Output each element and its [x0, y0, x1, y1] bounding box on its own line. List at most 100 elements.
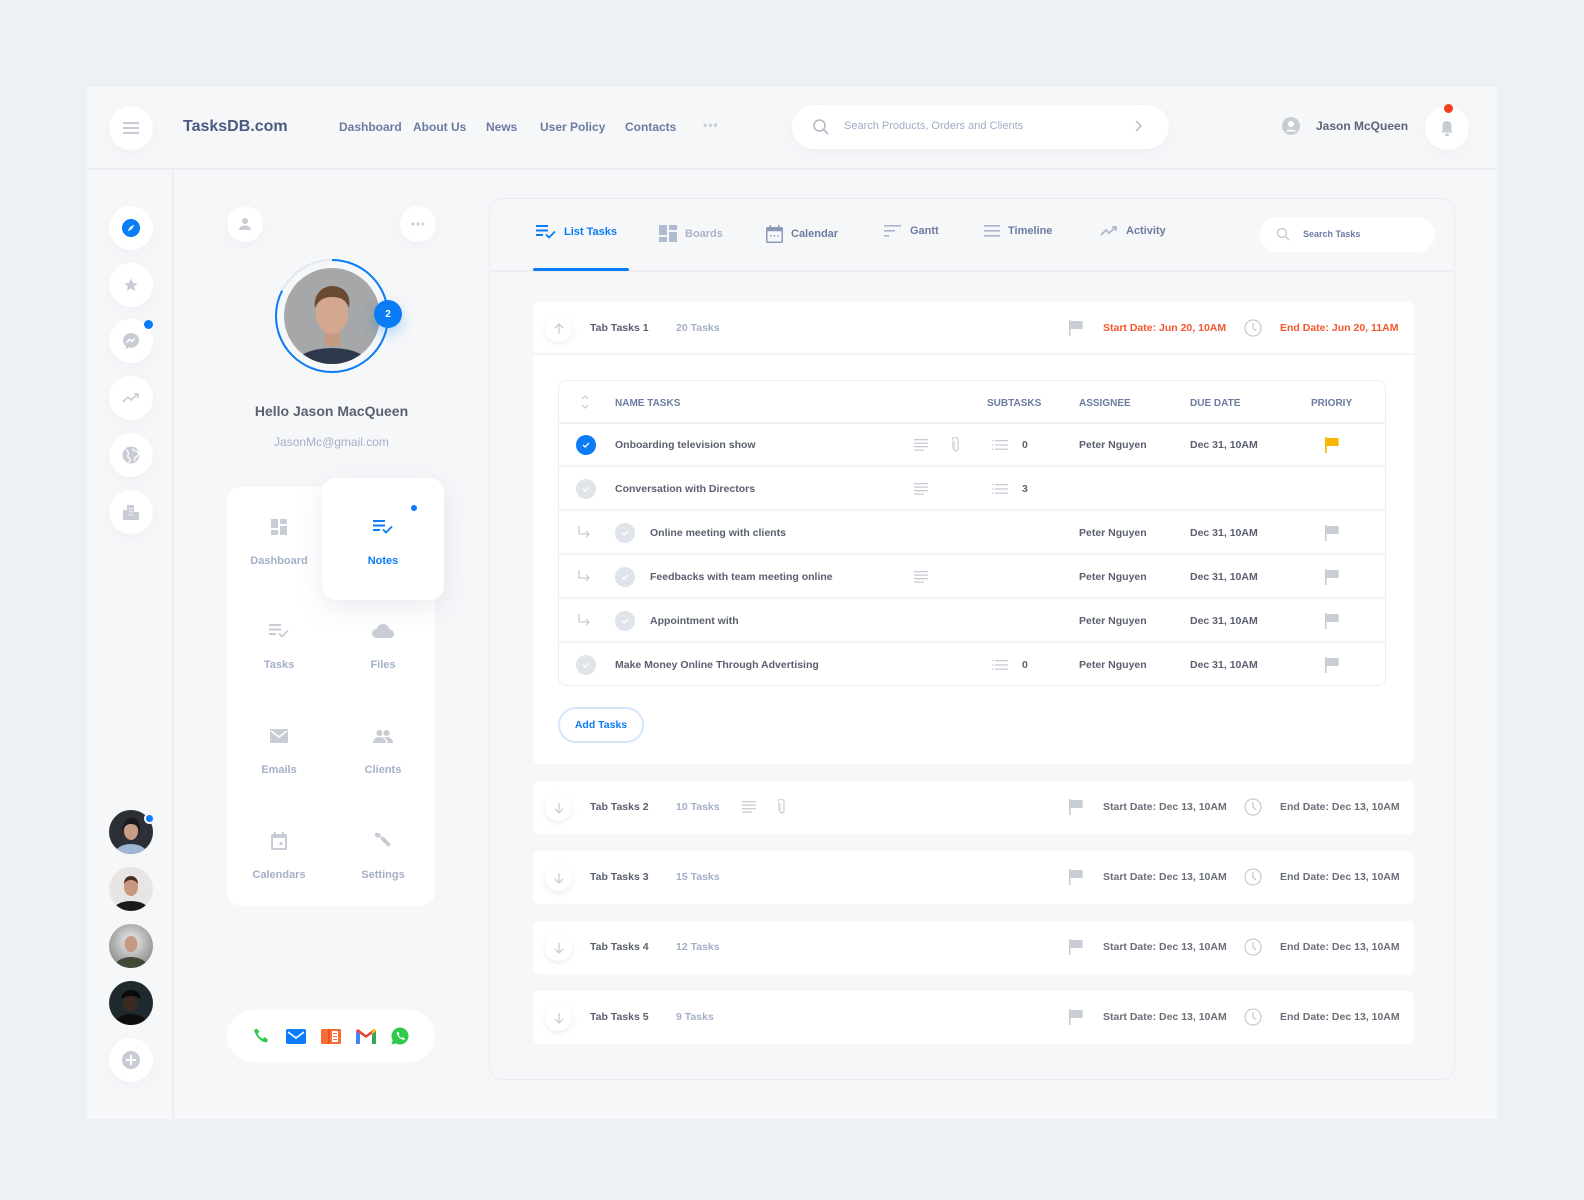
task-due-date[interactable]: Dec 31, 10AM [1190, 659, 1258, 671]
task-due-date[interactable]: Dec 31, 10AM [1190, 571, 1258, 583]
column-header-name[interactable]: NAME TASKS [615, 398, 680, 409]
sort-icon[interactable] [580, 394, 590, 410]
task-assignee[interactable]: Peter Nguyen [1079, 571, 1147, 583]
nav-contacts[interactable]: Contacts [625, 120, 676, 134]
expand-button[interactable] [545, 794, 572, 821]
task-group-header[interactable]: Tab Tasks 3 15 Tasks Start Date: Dec 13,… [533, 851, 1414, 904]
menu-item-calendars[interactable]: Calendars [227, 801, 331, 905]
contact-avatar-4[interactable] [109, 981, 153, 1025]
task-checkbox[interactable] [615, 567, 635, 587]
notes-icon[interactable] [914, 571, 928, 583]
task-name[interactable]: Make Money Online Through Advertising [615, 659, 819, 671]
expand-button[interactable] [545, 864, 572, 891]
menu-item-dashboard[interactable]: Dashboard [227, 487, 331, 591]
table-row[interactable]: Appointment with Peter Nguyen Dec 31, 10AM [559, 600, 1385, 643]
table-row[interactable]: Conversation with Directors 3 [559, 468, 1385, 511]
task-name[interactable]: Online meeting with clients [650, 527, 786, 539]
nav-dashboard[interactable]: Dashboard [339, 120, 402, 134]
search-tasks[interactable]: Search Tasks [1260, 217, 1435, 252]
priority-flag-icon[interactable] [1325, 437, 1339, 453]
table-row[interactable]: Online meeting with clients Peter Nguyen D… [559, 512, 1385, 555]
attachment-icon[interactable] [778, 799, 786, 815]
menu-item-clients[interactable]: Clients [331, 696, 435, 800]
profile-avatar[interactable] [274, 258, 390, 374]
tab-list-tasks[interactable]: List Tasks [536, 225, 617, 239]
profile-button[interactable] [227, 206, 263, 242]
menu-item-notes[interactable]: Notes [322, 478, 444, 600]
task-checkbox[interactable] [576, 435, 596, 455]
nav-more-button[interactable]: ••• [703, 118, 719, 132]
task-due-date[interactable]: Dec 31, 10AM [1190, 527, 1258, 539]
task-group[interactable]: Tab Tasks 3 15 Tasks Start Date: Dec 13,… [533, 851, 1414, 904]
notes-icon[interactable] [914, 439, 928, 451]
column-header-priority[interactable]: PRIORIY [1311, 398, 1352, 409]
task-group[interactable]: Tab Tasks 4 12 Tasks Start Date: Dec 13,… [533, 921, 1414, 974]
contacts-book-icon[interactable] [321, 1028, 341, 1044]
task-group-header[interactable]: Tab Tasks 1 20 Tasks Start Date: Jun 20,… [533, 302, 1414, 355]
task-group[interactable]: Tab Tasks 2 10 Tasks Start Date: Dec 13,… [533, 781, 1414, 834]
column-header-due-date[interactable]: DUE DATE [1190, 398, 1240, 409]
table-row[interactable]: Feedbacks with team meeting online Peter … [559, 556, 1385, 599]
nav-about-us[interactable]: About Us [413, 120, 466, 134]
task-assignee[interactable]: Peter Nguyen [1079, 527, 1147, 539]
task-group[interactable]: Tab Tasks 5 9 Tasks Start Date: Dec 13, … [533, 991, 1414, 1044]
priority-flag-icon[interactable] [1325, 569, 1339, 585]
nav-user-policy[interactable]: User Policy [540, 120, 605, 134]
gmail-icon[interactable] [356, 1028, 376, 1044]
contact-avatar-3[interactable] [109, 924, 153, 968]
add-tasks-button[interactable]: Add Tasks [558, 707, 644, 743]
hamburger-menu-button[interactable] [109, 106, 153, 150]
priority-flag-icon[interactable] [1325, 525, 1339, 541]
mail-icon[interactable] [286, 1028, 306, 1044]
tab-gantt[interactable]: Gantt [884, 225, 939, 237]
nav-news[interactable]: News [486, 120, 517, 134]
rail-globe-button[interactable] [109, 433, 153, 477]
task-due-date[interactable]: Dec 31, 10AM [1190, 439, 1258, 451]
task-due-date[interactable]: Dec 31, 10AM [1190, 615, 1258, 627]
logo[interactable]: TasksDB.com [183, 118, 288, 136]
column-header-subtasks[interactable]: SUBTASKS [987, 398, 1041, 409]
task-name[interactable]: Feedbacks with team meeting online [650, 571, 833, 583]
expand-button[interactable] [545, 1004, 572, 1031]
global-search[interactable]: Search Products, Orders and Clients [792, 105, 1169, 149]
rail-favorites-button[interactable] [109, 263, 153, 307]
priority-flag-icon[interactable] [1325, 657, 1339, 673]
chevron-right-icon[interactable] [1133, 119, 1143, 133]
rail-analytics-button[interactable] [109, 376, 153, 420]
whatsapp-icon[interactable] [391, 1027, 409, 1045]
user-email[interactable]: JasonMc@gmail.com [174, 435, 489, 449]
tab-activity[interactable]: Activity [1100, 225, 1166, 237]
task-checkbox[interactable] [615, 611, 635, 631]
task-assignee[interactable]: Peter Nguyen [1079, 615, 1147, 627]
column-header-assignee[interactable]: ASSIGNEE [1079, 398, 1131, 409]
task-group-header[interactable]: Tab Tasks 4 12 Tasks Start Date: Dec 13,… [533, 921, 1414, 974]
profile-more-button[interactable] [400, 206, 436, 242]
notes-icon[interactable] [742, 801, 756, 813]
table-row[interactable]: Onboarding television show 0 Peter Nguyen D… [559, 424, 1385, 467]
task-assignee[interactable]: Peter Nguyen [1079, 659, 1147, 671]
menu-item-files[interactable]: Files [331, 591, 435, 695]
contact-avatar-2[interactable] [109, 867, 153, 911]
rail-company-button[interactable] [109, 490, 153, 534]
task-group-header[interactable]: Tab Tasks 2 10 Tasks Start Date: Dec 13,… [533, 781, 1414, 834]
add-contact-button[interactable] [109, 1038, 153, 1082]
menu-item-emails[interactable]: Emails [227, 696, 331, 800]
task-group-header[interactable]: Tab Tasks 5 9 Tasks Start Date: Dec 13, … [533, 991, 1414, 1044]
priority-flag-icon[interactable] [1325, 613, 1339, 629]
task-name[interactable]: Appointment with [650, 615, 739, 627]
task-checkbox[interactable] [576, 479, 596, 499]
tab-boards[interactable]: Boards [659, 225, 723, 242]
collapse-button[interactable] [545, 315, 572, 342]
task-name[interactable]: Onboarding television show [615, 439, 756, 451]
rail-explore-button[interactable] [109, 206, 153, 250]
table-row[interactable]: Make Money Online Through Advertising 0 Pe… [559, 644, 1385, 687]
task-assignee[interactable]: Peter Nguyen [1079, 439, 1147, 451]
tab-timeline[interactable]: Timeline [984, 225, 1052, 237]
tab-calendar[interactable]: Calendar [766, 225, 838, 243]
attachment-icon[interactable] [952, 437, 960, 453]
expand-button[interactable] [545, 934, 572, 961]
menu-item-settings[interactable]: Settings [331, 801, 435, 905]
notes-icon[interactable] [914, 483, 928, 495]
global-search-input[interactable]: Search Products, Orders and Clients [844, 120, 1023, 132]
menu-item-tasks[interactable]: Tasks [227, 591, 331, 695]
